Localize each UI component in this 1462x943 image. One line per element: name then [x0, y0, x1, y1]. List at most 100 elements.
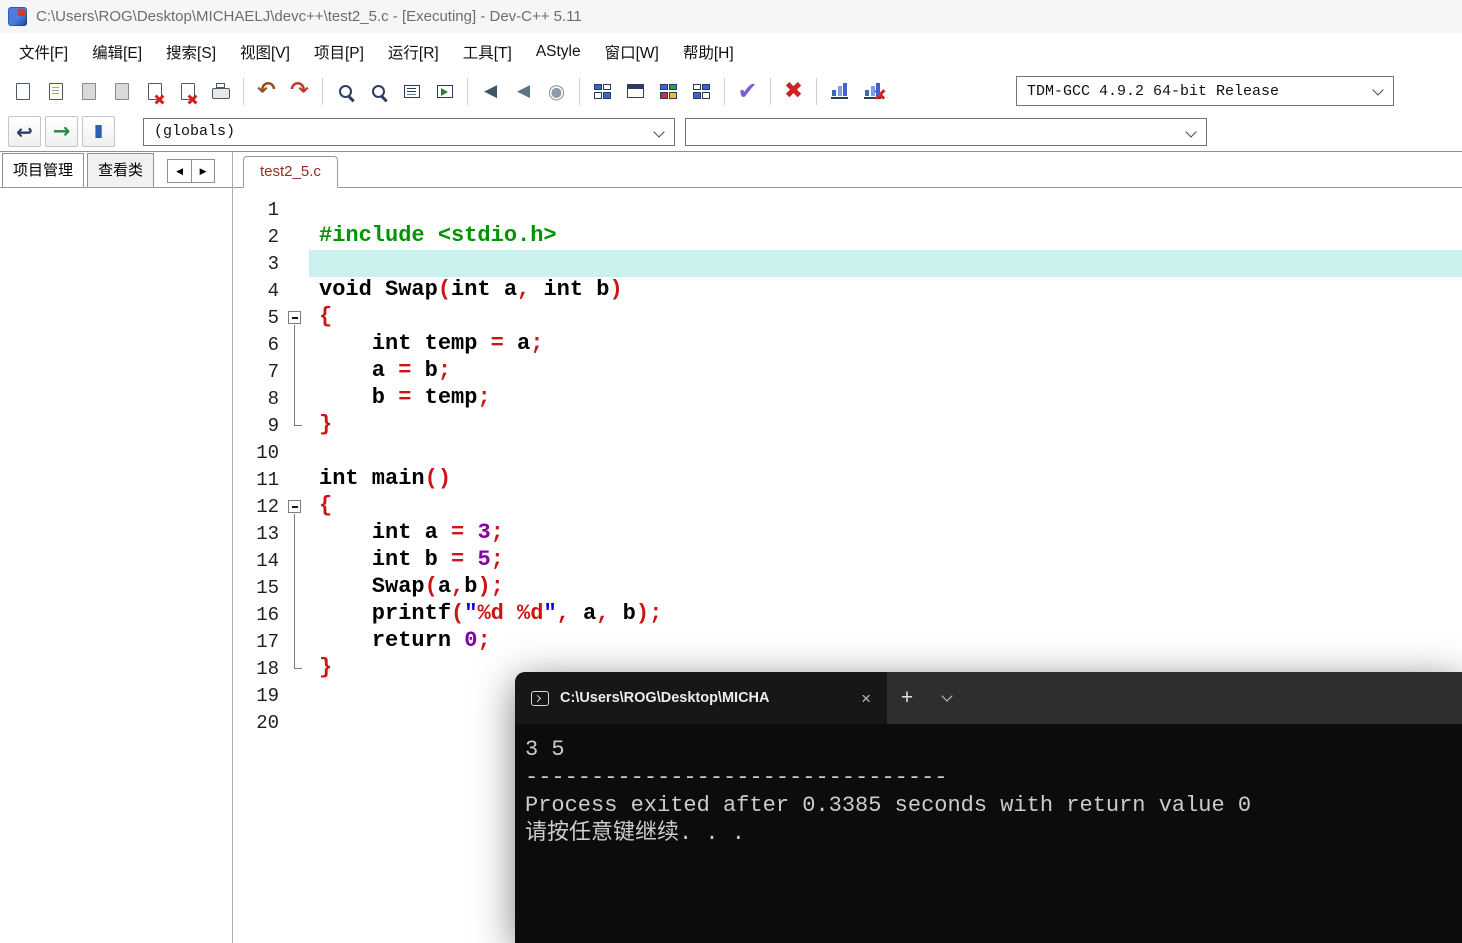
line-number[interactable]: 13 [233, 523, 279, 545]
chevron-down-icon [1372, 84, 1384, 96]
code-line: 5{ [233, 304, 1462, 331]
print-button[interactable] [204, 76, 237, 107]
tab-scroll-right-icon[interactable]: ▶ [191, 160, 215, 182]
terminal-content[interactable]: 3 5 -------------------------------- Proce… [515, 724, 1462, 943]
open-button[interactable] [39, 76, 72, 107]
save-all-button[interactable] [105, 76, 138, 107]
line-number[interactable]: 15 [233, 577, 279, 599]
menu-item[interactable]: 搜索[S] [155, 37, 227, 67]
line-number[interactable]: 6 [233, 334, 279, 356]
goto-declaration-button[interactable]: → [45, 116, 78, 147]
redo-button[interactable]: ↷ [283, 76, 316, 107]
code-line: 6 int temp = a; [233, 331, 1462, 358]
line-number[interactable]: 20 [233, 712, 279, 734]
tab-project-manager[interactable]: 项目管理 [2, 153, 85, 187]
toolbar-separator [467, 77, 468, 105]
compile-icon [594, 83, 611, 99]
close-all-button[interactable] [171, 76, 204, 107]
goto-function-button[interactable] [428, 76, 461, 107]
code-line: 12 { [233, 493, 1462, 520]
line-number[interactable]: 9 [233, 415, 279, 437]
back-jump-button[interactable]: ↩ [8, 116, 41, 147]
pause-button[interactable]: ◉ [540, 76, 573, 107]
menu-item[interactable]: 工具[T] [452, 37, 523, 67]
compile-run-button[interactable] [652, 76, 685, 107]
editor-tab-test2_5[interactable]: test2_5.c [243, 156, 338, 188]
close-button[interactable] [138, 76, 171, 107]
menu-item[interactable]: 编辑[E] [81, 37, 153, 67]
close-all-icon [180, 82, 197, 104]
menu-item[interactable]: 视图[V] [229, 37, 301, 67]
menu-item[interactable]: AStyle [525, 39, 592, 65]
globals-select[interactable]: (globals) [143, 117, 675, 146]
fold-toggle-icon[interactable] [283, 493, 309, 520]
terminal-tab[interactable]: C:\Users\ROG\Desktop\MICHA × [515, 672, 887, 724]
line-number[interactable]: 3 [233, 253, 279, 275]
forward-button[interactable]: ◀ [507, 76, 540, 107]
line-number[interactable]: 18 [233, 658, 279, 680]
open-icon [48, 82, 63, 100]
menu-item[interactable]: 窗口[W] [594, 37, 670, 67]
fold-gutter [283, 196, 309, 223]
find-button[interactable] [329, 76, 362, 107]
menu-item[interactable]: 项目[P] [303, 37, 375, 67]
menu-item[interactable]: 帮助[H] [672, 37, 745, 67]
tab-close-icon[interactable]: × [853, 690, 879, 707]
line-number[interactable]: 4 [233, 280, 279, 302]
line-number[interactable]: 19 [233, 685, 279, 707]
toolbar-separator [724, 77, 725, 105]
new-tab-button[interactable]: + [887, 672, 927, 724]
line-number[interactable]: 5 [233, 307, 279, 329]
fold-toggle-icon[interactable] [283, 304, 309, 331]
line-number[interactable]: 7 [233, 361, 279, 383]
watch-icon: ▮ [93, 121, 104, 141]
terminal-line: 3 5 [525, 737, 565, 762]
compiler-select[interactable]: TDM-GCC 4.9.2 64-bit Release [1016, 76, 1394, 106]
members-select[interactable] [685, 117, 1207, 146]
compile-button[interactable] [586, 76, 619, 107]
tab-dropdown-button[interactable] [927, 672, 967, 724]
code-text: int temp = a; [371, 331, 544, 356]
line-number[interactable]: 16 [233, 604, 279, 626]
rebuild-button[interactable] [685, 76, 718, 107]
profile-button[interactable] [823, 76, 856, 107]
title-bar: C:\Users\ROG\Desktop\MICHAELJ\devc++\tes… [0, 0, 1462, 33]
fold-gutter [283, 709, 309, 736]
code-line: 17 return 0; [233, 628, 1462, 655]
abort-button[interactable]: ✖ [777, 76, 810, 107]
code-line: 4 void Swap(int a, int b) [233, 277, 1462, 304]
find-icon [339, 84, 355, 102]
line-number[interactable]: 14 [233, 550, 279, 572]
replace-button[interactable] [362, 76, 395, 107]
fold-gutter [283, 439, 309, 466]
tab-view-classes[interactable]: 查看类 [87, 153, 155, 187]
run-button[interactable] [619, 76, 652, 107]
line-number[interactable]: 8 [233, 388, 279, 410]
goto-line-button[interactable] [395, 76, 428, 107]
watch-button[interactable]: ▮ [82, 116, 115, 147]
line-number[interactable]: 2 [233, 226, 279, 248]
save-button[interactable] [72, 76, 105, 107]
undo-button[interactable]: ↶ [250, 76, 283, 107]
line-number[interactable]: 1 [233, 199, 279, 221]
menu-item[interactable]: 文件[F] [8, 37, 79, 67]
line-number[interactable]: 12 [233, 496, 279, 518]
menu-item[interactable]: 运行[R] [377, 37, 450, 67]
fold-gutter [283, 412, 309, 439]
tab-scroll-left-icon[interactable]: ◀ [168, 160, 192, 182]
fold-gutter [283, 250, 309, 277]
code-text: { [319, 493, 333, 518]
new-source-button[interactable] [6, 76, 39, 107]
code-text: } [319, 412, 333, 437]
profile-icon [831, 83, 848, 99]
goto-function-icon [436, 84, 453, 98]
line-number[interactable]: 10 [233, 442, 279, 464]
project-tree-panel[interactable] [0, 188, 232, 943]
line-number[interactable]: 17 [233, 631, 279, 653]
line-number[interactable]: 11 [233, 469, 279, 491]
profile-clear-button[interactable] [856, 76, 889, 107]
back-jump-icon: ↩ [16, 119, 33, 144]
back-button[interactable]: ◀ [474, 76, 507, 107]
syntax-check-button[interactable]: ✔ [731, 76, 764, 107]
code-line: 15 Swap(a,b); [233, 574, 1462, 601]
